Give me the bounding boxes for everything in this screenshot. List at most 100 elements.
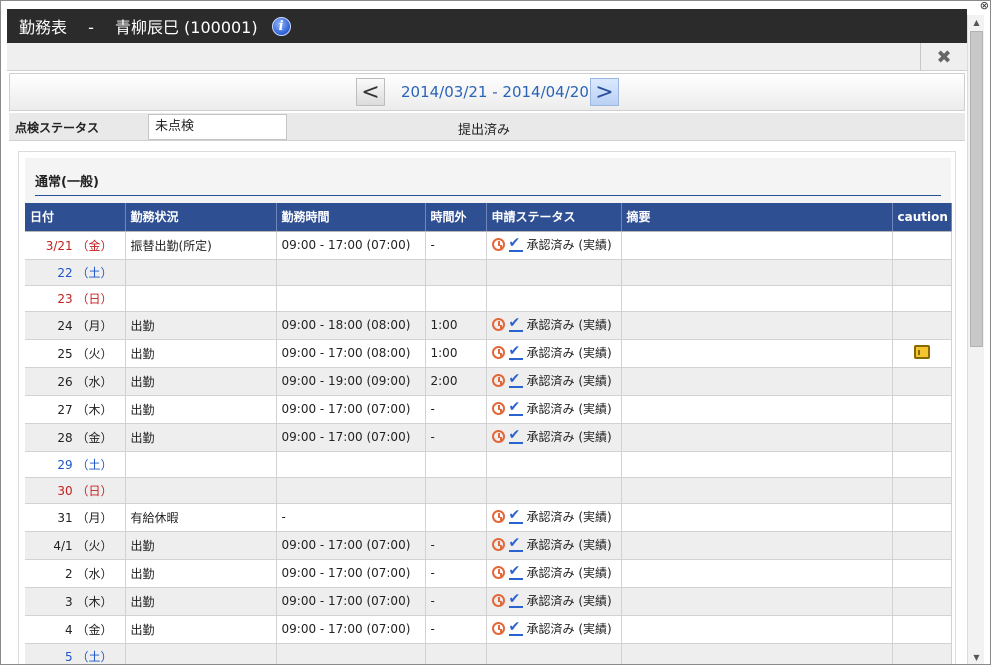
- overtime-cell: [425, 643, 487, 664]
- clock-icon[interactable]: [491, 402, 505, 415]
- application-status-text: 承認済み (実績): [526, 374, 612, 388]
- inspection-status-row: 点検ステータス 未点検 提出済み: [9, 113, 965, 141]
- close-button[interactable]: ✖: [920, 43, 967, 71]
- work-hours-cell: [276, 477, 426, 504]
- attendance-window: ⊗ 勤務表 - 青柳辰巳 (100001) i ✖ < 2014/03/21 -…: [0, 0, 991, 665]
- date-cell-text: 28 （金）: [57, 430, 113, 445]
- overtime-cell-text: 1:00: [430, 318, 458, 332]
- vertical-scrollbar[interactable]: ▲ ▼: [967, 15, 984, 664]
- table-row[interactable]: 30 （日）: [25, 477, 952, 504]
- overtime-cell: -: [425, 231, 487, 260]
- table-row[interactable]: 31 （月） 有給休暇 - 承認済み (実績): [25, 503, 952, 532]
- application-status-cell: [486, 451, 622, 478]
- work-status-cell: [125, 259, 277, 286]
- table-row[interactable]: 23 （日）: [25, 285, 952, 312]
- work-hours-cell-text: 09:00 - 17:00 (07:00): [281, 538, 411, 552]
- approval-check-icon[interactable]: [508, 563, 523, 580]
- work-status-cell: 出勤: [125, 615, 277, 644]
- period-navigation: < 2014/03/21 - 2014/04/20 >: [9, 73, 965, 111]
- clock-icon[interactable]: [491, 538, 505, 551]
- approval-check-icon[interactable]: [508, 507, 523, 524]
- work-hours-cell-text: 09:00 - 17:00 (07:00): [281, 594, 411, 608]
- application-status[interactable]: 承認済み (実績): [491, 235, 612, 253]
- work-hours-cell-text: -: [281, 510, 286, 524]
- work-hours-cell-text: 09:00 - 18:00 (08:00): [281, 318, 411, 332]
- period-range: 2014/03/21 - 2014/04/20: [401, 83, 589, 101]
- remarks-cell: [621, 367, 893, 396]
- work-hours-cell-text: 09:00 - 17:00 (07:00): [281, 566, 411, 580]
- clock-icon[interactable]: [491, 374, 505, 387]
- clock-icon[interactable]: [491, 622, 505, 635]
- date-cell: 23 （日）: [25, 285, 126, 312]
- table-row[interactable]: 3/21 （金） 振替出勤(所定) 09:00 - 17:00 (07:00) - 承認…: [25, 231, 952, 260]
- window-corner-close-icon[interactable]: ⊗: [980, 1, 989, 12]
- clock-icon[interactable]: [491, 510, 505, 523]
- table-row[interactable]: 27 （木） 出勤 09:00 - 17:00 (07:00) - 承認済み (実績): [25, 395, 952, 424]
- scrollbar-thumb[interactable]: [970, 31, 983, 347]
- approval-check-icon[interactable]: [508, 619, 523, 636]
- work-hours-cell: 09:00 - 17:00 (07:00): [276, 395, 426, 424]
- previous-period-button[interactable]: <: [356, 78, 385, 106]
- application-status[interactable]: 承認済み (実績): [491, 535, 612, 553]
- clock-icon[interactable]: [491, 238, 505, 251]
- next-period-button[interactable]: >: [590, 78, 619, 106]
- approval-check-icon[interactable]: [508, 371, 523, 388]
- clock-icon[interactable]: [491, 346, 505, 359]
- table-row[interactable]: 24 （月） 出勤 09:00 - 18:00 (08:00) 1:00 承認済み (実…: [25, 311, 952, 340]
- clock-icon[interactable]: [491, 430, 505, 443]
- table-row[interactable]: 4 （金） 出勤 09:00 - 17:00 (07:00) - 承認済み (実績): [25, 615, 952, 644]
- work-status-cell: 出勤: [125, 423, 277, 452]
- info-icon[interactable]: i: [271, 16, 291, 36]
- application-status[interactable]: 承認済み (実績): [491, 427, 612, 445]
- approval-check-icon[interactable]: [508, 399, 523, 416]
- table-row[interactable]: 3 （木） 出勤 09:00 - 17:00 (07:00) - 承認済み (実績): [25, 587, 952, 616]
- date-cell: 29 （土）: [25, 451, 126, 478]
- scroll-up-icon[interactable]: ▲: [968, 15, 985, 29]
- clock-icon[interactable]: [491, 594, 505, 607]
- application-status[interactable]: 承認済み (実績): [491, 399, 612, 417]
- approval-check-icon[interactable]: [508, 591, 523, 608]
- application-status-cell: 承認済み (実績): [486, 395, 622, 424]
- application-status[interactable]: 承認済み (実績): [491, 343, 612, 361]
- application-status[interactable]: 承認済み (実績): [491, 507, 612, 525]
- table-row[interactable]: 22 （土）: [25, 259, 952, 286]
- inspection-status-value: 未点検: [148, 114, 287, 140]
- work-hours-cell: [276, 285, 426, 312]
- attendance-table: 日付 勤務状況 勤務時間 時間外 申請ステータス 摘要 caution 3/21…: [25, 203, 952, 664]
- application-status[interactable]: 承認済み (実績): [491, 619, 612, 637]
- date-cell-text: 24 （月）: [57, 318, 113, 333]
- application-status[interactable]: 承認済み (実績): [491, 563, 612, 581]
- table-row[interactable]: 26 （水） 出勤 09:00 - 19:00 (09:00) 2:00 承認済み (実…: [25, 367, 952, 396]
- work-hours-cell: [276, 451, 426, 478]
- work-hours-cell: -: [276, 503, 426, 532]
- table-row[interactable]: 2 （水） 出勤 09:00 - 17:00 (07:00) - 承認済み (実績): [25, 559, 952, 588]
- approval-check-icon[interactable]: [508, 315, 523, 332]
- application-status-text: 承認済み (実績): [526, 566, 612, 580]
- application-status[interactable]: 承認済み (実績): [491, 315, 612, 333]
- approval-check-icon[interactable]: [508, 343, 523, 360]
- overtime-cell-text: 1:00: [430, 346, 458, 360]
- scroll-down-icon[interactable]: ▼: [968, 650, 985, 664]
- work-hours-cell-text: 09:00 - 17:00 (08:00): [281, 346, 411, 360]
- overtime-cell: 2:00: [425, 367, 487, 396]
- remarks-cell: [621, 643, 893, 664]
- table-row[interactable]: 25 （火） 出勤 09:00 - 17:00 (08:00) 1:00 承認済み (実…: [25, 339, 952, 368]
- table-row[interactable]: 29 （土）: [25, 451, 952, 478]
- table-row[interactable]: 28 （金） 出勤 09:00 - 17:00 (07:00) - 承認済み (実績): [25, 423, 952, 452]
- table-row[interactable]: 4/1 （火） 出勤 09:00 - 17:00 (07:00) - 承認済み (実績): [25, 531, 952, 560]
- clock-icon[interactable]: [491, 318, 505, 331]
- date-cell-text: 31 （月）: [57, 510, 113, 525]
- application-status[interactable]: 承認済み (実績): [491, 591, 612, 609]
- work-status-cell-text: 有給休暇: [130, 510, 179, 525]
- caution-icon[interactable]: [913, 344, 930, 359]
- table-row[interactable]: 5 （土）: [25, 643, 952, 664]
- approval-check-icon[interactable]: [508, 535, 523, 552]
- date-cell: 30 （日）: [25, 477, 126, 504]
- overtime-cell: -: [425, 423, 487, 452]
- application-status-text: 承認済み (実績): [526, 594, 612, 608]
- approval-check-icon[interactable]: [508, 235, 523, 252]
- date-cell: 27 （木）: [25, 395, 126, 424]
- approval-check-icon[interactable]: [508, 427, 523, 444]
- clock-icon[interactable]: [491, 566, 505, 579]
- application-status[interactable]: 承認済み (実績): [491, 371, 612, 389]
